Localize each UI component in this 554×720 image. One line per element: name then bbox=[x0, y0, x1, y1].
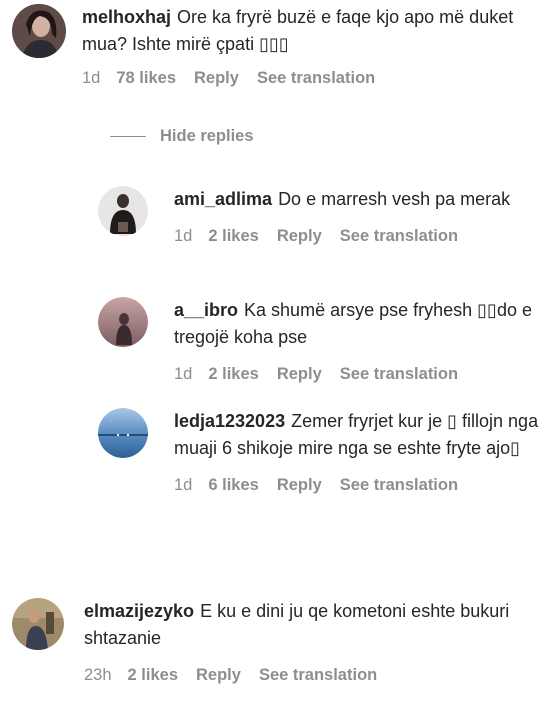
avatar[interactable] bbox=[12, 598, 64, 650]
reply-username[interactable]: ledja1232023 bbox=[174, 411, 285, 431]
comment-time: 1d bbox=[82, 69, 101, 87]
likes-count[interactable]: 6 likes bbox=[208, 476, 258, 495]
reply-button[interactable]: Reply bbox=[196, 666, 241, 685]
see-translation-button[interactable]: See translation bbox=[259, 666, 377, 685]
comment: elmazijezyko E ku e dini ju qe kometoni e… bbox=[12, 598, 544, 685]
reply-username[interactable]: ami_adlima bbox=[174, 189, 272, 209]
hide-replies-button[interactable]: Hide replies bbox=[110, 127, 254, 146]
see-translation-button[interactable]: See translation bbox=[340, 365, 458, 384]
reply-text: Do e marresh vesh pa merak bbox=[278, 189, 511, 209]
see-translation-button[interactable]: See translation bbox=[257, 69, 375, 88]
reply-time: 1d bbox=[174, 476, 193, 494]
avatar[interactable] bbox=[98, 408, 148, 458]
see-translation-button[interactable]: See translation bbox=[340, 227, 458, 246]
comment: melhoxhaj Ore ka fryrë buzë e faqe kjo ap… bbox=[12, 4, 532, 88]
likes-count[interactable]: 2 likes bbox=[128, 666, 178, 685]
likes-count[interactable]: 2 likes bbox=[208, 227, 258, 246]
likes-count[interactable]: 2 likes bbox=[208, 365, 258, 384]
reply-button[interactable]: Reply bbox=[277, 476, 322, 495]
avatar[interactable] bbox=[98, 186, 148, 236]
hide-replies-label: Hide replies bbox=[160, 127, 254, 145]
reply-comment: ami_adlima Do e marresh vesh pa merak 1d … bbox=[98, 186, 534, 246]
avatar[interactable] bbox=[98, 297, 148, 347]
reply-username[interactable]: a__ibro bbox=[174, 300, 238, 320]
reply-button[interactable]: Reply bbox=[194, 69, 239, 88]
reply-comment: ledja1232023 Zemer fryrjet kur je ▯ fillo… bbox=[98, 408, 544, 495]
divider-line bbox=[110, 136, 146, 137]
reply-time: 1d bbox=[174, 227, 193, 245]
reply-comment: a__ibro Ka shumë arsye pse fryhesh ▯▯do e… bbox=[98, 297, 534, 384]
see-translation-button[interactable]: See translation bbox=[340, 476, 458, 495]
comment-time: 23h bbox=[84, 666, 112, 684]
reply-button[interactable]: Reply bbox=[277, 365, 322, 384]
reply-time: 1d bbox=[174, 365, 193, 383]
reply-button[interactable]: Reply bbox=[277, 227, 322, 246]
avatar[interactable] bbox=[12, 4, 66, 58]
comment-username[interactable]: elmazijezyko bbox=[84, 601, 194, 621]
comment-username[interactable]: melhoxhaj bbox=[82, 7, 171, 27]
likes-count[interactable]: 78 likes bbox=[116, 69, 176, 88]
